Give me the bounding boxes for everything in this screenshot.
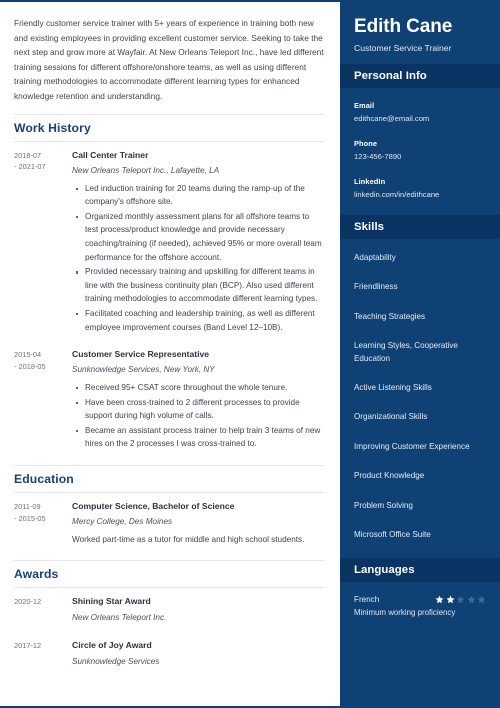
award-entry: 2017-12 Circle of Joy Award Sunknowledge… (14, 639, 324, 668)
phone-value[interactable]: 123-456-7890 (354, 151, 486, 162)
candidate-name: Edith Cane (354, 16, 453, 37)
skill-item: Product Knowledge (354, 471, 425, 481)
language-row: French (354, 595, 486, 604)
section-title: Work History (14, 120, 91, 135)
section-awards: Awards 2020-12 Shining Star Award New Or… (14, 559, 324, 668)
entry-date-range: 2018-07 - 2021-07 (14, 149, 68, 336)
section-title: Awards (14, 566, 59, 581)
star-empty-icon (467, 595, 476, 604)
date-end: - 2018-05 (14, 361, 46, 371)
section-header-education: Education (14, 465, 324, 494)
skill-item: Improving Customer Experience (354, 441, 470, 451)
list-item: Received 95+ CSAT score throughout the w… (76, 381, 324, 395)
section-header-awards: Awards (14, 559, 324, 588)
resume-page: Friendly customer service trainer with 5… (0, 0, 500, 708)
date-start: 2011-09 (14, 502, 41, 512)
skill-item: Problem Solving (354, 500, 413, 510)
sidebar-section-title: Skills (354, 221, 385, 233)
job-title: Call Center Trainer (72, 149, 149, 160)
date-start: 2017-12 (14, 640, 42, 650)
linkedin-value[interactable]: linkedin.com/in/edithcane (354, 189, 486, 200)
personal-info-body: Email edithcane@email.com Phone 123-456-… (340, 88, 500, 200)
employer-location: New Orleans Teleport Inc., Lafayette, LA (72, 165, 220, 175)
section-education: Education 2011-09 - 2015-05 Computer Sci… (14, 465, 324, 547)
section-work-history: Work History 2018-07 - 2021-07 Call Cent… (14, 113, 324, 453)
award-title: Circle of Joy Award (72, 639, 152, 650)
date-start: 2015-04 (14, 350, 42, 360)
education-entry: 2011-09 - 2015-05 Computer Science, Bach… (14, 500, 324, 547)
star-empty-icon (477, 595, 486, 604)
email-value[interactable]: edithcane@email.com (354, 113, 486, 124)
sidebar-header-languages: Languages (340, 558, 500, 583)
employer-location: Sunknowledge Services, New York, NY (72, 365, 215, 375)
star-empty-icon (456, 595, 465, 604)
date-end: - 2015-05 (14, 513, 46, 523)
contact-label: Email (354, 101, 375, 110)
section-header-work-history: Work History (14, 113, 324, 142)
star-filled-icon (435, 595, 444, 604)
work-entry: 2018-07 - 2021-07 Call Center Trainer Ne… (14, 149, 324, 336)
list-item: Organized monthly assessment plans for a… (76, 210, 324, 264)
skills-body: Adaptability Friendliness Teaching Strat… (340, 239, 500, 541)
job-title: Customer Service Representative (72, 349, 210, 360)
skill-item: Teaching Strategies (354, 311, 426, 321)
skill-item: Friendliness (354, 282, 398, 292)
entry-date-range: 2020-12 (14, 595, 68, 624)
entry-body: Shining Star Award New Orleans Teleport … (68, 595, 324, 624)
list-item: Provided necessary training and upskilli… (76, 265, 324, 306)
work-entry: 2015-04 - 2018-05 Customer Service Repre… (14, 348, 324, 452)
list-item: Became an assistant process trainer to h… (76, 424, 324, 451)
award-issuer: New Orleans Teleport Inc. (72, 612, 167, 622)
school-location: Mercy College, Des Moines (72, 517, 173, 527)
award-issuer: Sunknowledge Services (72, 656, 160, 666)
entry-date-range: 2011-09 - 2015-05 (14, 500, 68, 547)
language-rating-stars (435, 595, 486, 604)
language-name: French (354, 595, 380, 605)
section-title: Education (14, 472, 74, 487)
sidebar-section-title: Personal Info (354, 70, 427, 82)
entry-body: Call Center Trainer New Orleans Teleport… (68, 149, 324, 336)
award-title: Shining Star Award (72, 595, 151, 606)
entry-body: Customer Service Representative Sunknowl… (68, 348, 324, 452)
degree-title: Computer Science, Bachelor of Science (72, 501, 235, 512)
entry-date-range: 2015-04 - 2018-05 (14, 348, 68, 452)
entry-body: Computer Science, Bachelor of Science Me… (68, 500, 324, 547)
education-description: Worked part-time as a tutor for middle a… (72, 535, 305, 545)
date-start: 2018-07 (14, 150, 42, 160)
contact-label: Phone (354, 139, 378, 148)
languages-body: French Minimum working proficiency (340, 582, 500, 619)
star-filled-icon (446, 595, 455, 604)
sidebar: Edith Cane Customer Service Trainer Pers… (340, 2, 500, 706)
responsibility-list: Received 95+ CSAT score throughout the w… (72, 381, 324, 451)
contact-item-email: Email edithcane@email.com (354, 101, 486, 124)
skill-item: Microsoft Office Suite (354, 530, 431, 540)
name-block: Edith Cane Customer Service Trainer (340, 2, 500, 64)
skill-item: Organizational Skills (354, 412, 428, 422)
contact-label: LinkedIn (354, 177, 386, 186)
date-end: - 2021-07 (14, 162, 46, 172)
skill-item: Learning Styles, Cooperative Education (354, 341, 458, 363)
language-proficiency: Minimum working proficiency (354, 608, 456, 618)
entry-date-range: 2017-12 (14, 639, 68, 668)
skill-item: Active Listening Skills (354, 383, 432, 393)
sidebar-header-skills: Skills (340, 215, 500, 239)
professional-summary: Friendly customer service trainer with 5… (14, 18, 324, 101)
sidebar-header-personal-info: Personal Info (340, 64, 500, 88)
main-column: Friendly customer service trainer with 5… (0, 2, 340, 706)
skill-item: Adaptability (354, 253, 396, 262)
award-entry: 2020-12 Shining Star Award New Orleans T… (14, 595, 324, 624)
list-item: Led induction training for 20 teams duri… (76, 182, 324, 209)
responsibility-list: Led induction training for 20 teams duri… (72, 182, 324, 335)
entry-body: Circle of Joy Award Sunknowledge Service… (68, 639, 324, 668)
sidebar-section-title: Languages (354, 564, 415, 577)
contact-item-linkedin: LinkedIn linkedin.com/in/edithcane (354, 177, 486, 200)
candidate-role: Customer Service Trainer (354, 43, 452, 53)
list-item: Have been cross-trained to 2 different p… (76, 396, 324, 423)
list-item: Facilitated coaching and leadership trai… (76, 307, 324, 334)
date-start: 2020-12 (14, 596, 42, 606)
contact-item-phone: Phone 123-456-7890 (354, 139, 486, 162)
